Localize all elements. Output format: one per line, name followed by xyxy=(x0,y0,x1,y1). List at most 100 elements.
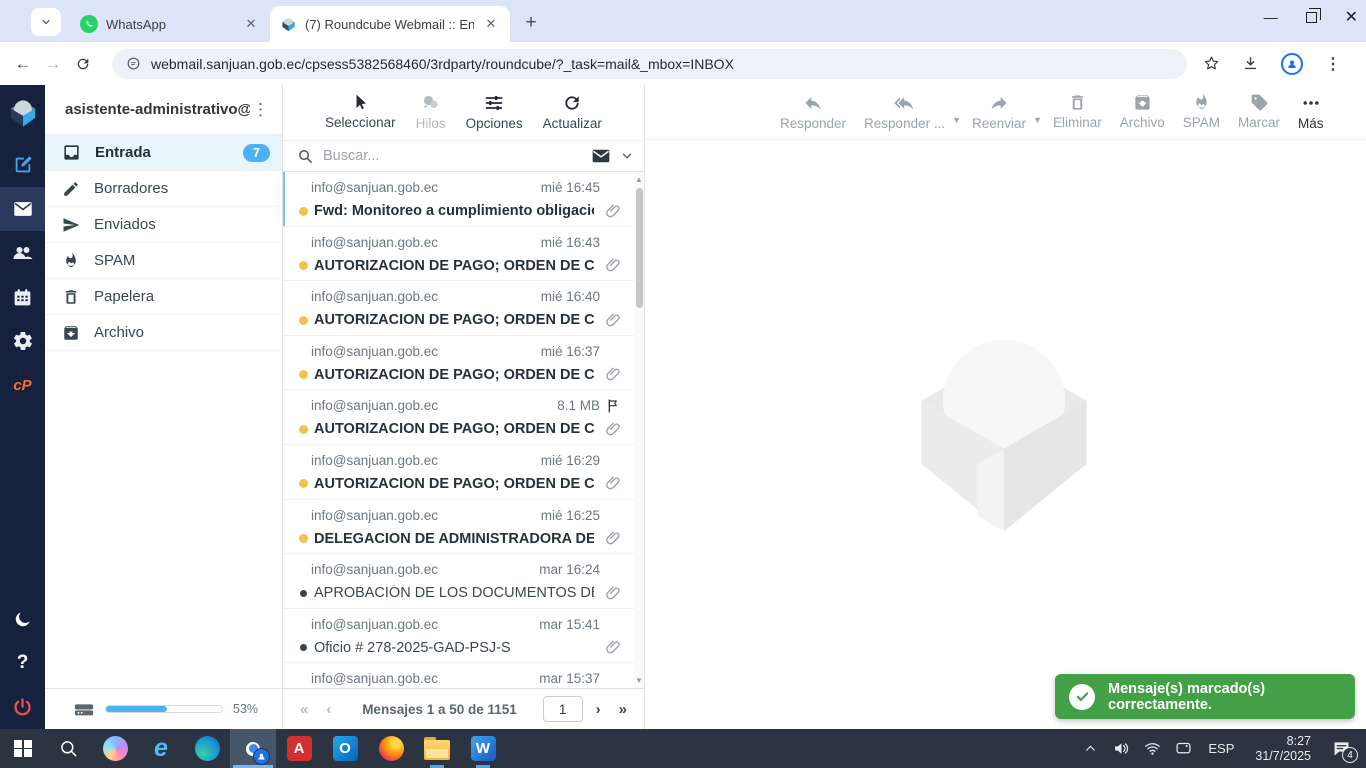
message-status-dot[interactable] xyxy=(299,479,308,488)
delete-button[interactable]: Eliminar xyxy=(1046,93,1109,130)
message-status-dot[interactable] xyxy=(299,316,308,325)
last-page-button[interactable]: » xyxy=(614,701,632,718)
search-options-chevron-icon[interactable] xyxy=(620,149,634,163)
folder-sent[interactable]: Enviados xyxy=(45,207,282,243)
message-row[interactable]: info@sanjuan.gob.ec mié 16:43 AUTORIZACI… xyxy=(283,227,634,282)
next-page-button[interactable]: › xyxy=(591,701,606,718)
folder-drafts[interactable]: Borradores xyxy=(45,171,282,207)
mark-button[interactable]: Marcar xyxy=(1231,93,1287,130)
message-row[interactable]: info@sanjuan.gob.ec mié 16:37 AUTORIZACI… xyxy=(283,336,634,391)
forward-button[interactable]: Reenviar xyxy=(965,93,1033,131)
folder-spam[interactable]: SPAM xyxy=(45,243,282,279)
tray-expand-icon[interactable] xyxy=(1078,742,1102,755)
outlook-button[interactable]: O xyxy=(322,729,368,768)
taskbar-search-button[interactable] xyxy=(46,729,92,768)
message-status-dot[interactable] xyxy=(300,590,307,597)
message-status-dot[interactable] xyxy=(299,425,308,434)
message-row[interactable]: info@sanjuan.gob.ec mié 16:29 AUTORIZACI… xyxy=(283,445,634,500)
restore-button[interactable] xyxy=(1306,12,1317,23)
logout-button[interactable] xyxy=(0,685,45,729)
roundcube-logo[interactable] xyxy=(0,91,45,135)
refresh-button[interactable]: Actualizar xyxy=(537,93,608,131)
mail-nav-button[interactable] xyxy=(0,187,45,231)
browser-menu-icon[interactable]: ⋮ xyxy=(1325,54,1341,74)
message-row[interactable]: info@sanjuan.gob.ec mar 16:24 APROBACIÓN… xyxy=(283,554,634,609)
message-row[interactable]: info@sanjuan.gob.ec mar 15:41 Oficio # 2… xyxy=(283,609,634,664)
bookmark-star-icon[interactable] xyxy=(1203,55,1220,72)
back-button[interactable]: ← xyxy=(8,54,38,74)
first-page-button[interactable]: « xyxy=(295,701,313,718)
message-status-dot[interactable] xyxy=(300,644,307,651)
chrome-button-active[interactable] xyxy=(230,729,276,768)
message-row[interactable]: info@sanjuan.gob.ec mié 16:40 AUTORIZACI… xyxy=(283,281,634,336)
threads-button[interactable]: Hilos xyxy=(410,93,452,131)
message-row[interactable]: info@sanjuan.gob.ec 8.1 MB AUTORIZACION … xyxy=(283,390,634,445)
start-button[interactable] xyxy=(0,729,46,768)
settings-nav-button[interactable] xyxy=(0,319,45,363)
address-bar[interactable]: webmail.sanjuan.gob.ec/cpsess5382568460/… xyxy=(112,49,1187,79)
prev-page-button[interactable]: ‹ xyxy=(321,701,336,718)
folder-inbox[interactable]: Entrada 7 xyxy=(45,135,282,171)
tab-roundcube-active[interactable]: (7) Roundcube Webmail :: Entra ✕ xyxy=(270,6,510,42)
cpanel-logo[interactable]: cP xyxy=(0,363,45,407)
new-tab-button[interactable]: + xyxy=(518,10,544,36)
notification-center-button[interactable]: 4 xyxy=(1326,740,1356,757)
reply-all-menu-caret[interactable]: ▼ xyxy=(952,115,961,139)
scrollbar-thumb[interactable] xyxy=(636,188,643,308)
tab-close-icon[interactable]: ✕ xyxy=(482,15,500,33)
calendar-nav-button[interactable] xyxy=(0,275,45,319)
message-status-dot[interactable] xyxy=(299,261,308,270)
search-input[interactable] xyxy=(323,148,582,164)
scroll-down-icon[interactable]: ▼ xyxy=(634,676,644,685)
message-row[interactable]: info@sanjuan.gob.ec mar 15:37 xyxy=(283,663,634,688)
message-row[interactable]: info@sanjuan.gob.ec mié 16:25 DELEGACION… xyxy=(283,500,634,555)
edge-button[interactable] xyxy=(184,729,230,768)
message-flag-slot[interactable] xyxy=(600,398,622,414)
message-status-dot[interactable] xyxy=(299,370,308,379)
reply-button[interactable]: Responder xyxy=(773,93,853,131)
folder-trash[interactable]: Papelera xyxy=(45,279,282,315)
minimize-button[interactable]: — xyxy=(1264,9,1278,25)
toast-notification[interactable]: Mensaje(s) marcado(s) correctamente. xyxy=(1055,674,1355,719)
compose-button[interactable] xyxy=(0,143,45,187)
tab-close-icon[interactable]: ✕ xyxy=(242,15,260,33)
reply-all-button[interactable]: Responder ... xyxy=(857,93,952,131)
firefox-button[interactable] xyxy=(368,729,414,768)
wifi-icon[interactable] xyxy=(1140,740,1164,757)
page-number-input[interactable] xyxy=(543,696,583,722)
tab-search-button[interactable] xyxy=(31,8,61,36)
word-button[interactable]: W xyxy=(460,729,506,768)
select-button[interactable]: Seleccionar xyxy=(319,93,402,130)
options-button[interactable]: Opciones xyxy=(460,93,529,131)
search-scope-mail-icon[interactable] xyxy=(591,146,611,166)
taskbar-clock[interactable]: 8:27 31/7/2025 xyxy=(1247,734,1319,764)
reload-button[interactable] xyxy=(68,56,98,72)
profile-avatar[interactable] xyxy=(1281,53,1303,75)
tab-whatsapp[interactable]: WhatsApp ✕ xyxy=(70,6,270,42)
language-indicator[interactable]: ESP xyxy=(1202,741,1240,756)
folder-archive[interactable]: Archivo xyxy=(45,315,282,351)
forward-menu-caret[interactable]: ▼ xyxy=(1033,115,1042,139)
more-button[interactable]: Más xyxy=(1291,93,1331,131)
spam-button[interactable]: SPAM xyxy=(1176,93,1227,130)
forward-button[interactable]: → xyxy=(38,54,68,74)
file-explorer-button[interactable] xyxy=(414,729,460,768)
site-info-icon[interactable] xyxy=(126,56,141,71)
download-icon[interactable] xyxy=(1242,55,1259,72)
message-row[interactable]: info@sanjuan.gob.ec mié 16:45 Fwd: Monit… xyxy=(283,172,634,227)
message-status-dot[interactable] xyxy=(299,534,308,543)
acrobat-button[interactable]: A xyxy=(276,729,322,768)
contacts-nav-button[interactable] xyxy=(0,231,45,275)
dark-mode-button[interactable] xyxy=(0,597,45,641)
volume-icon[interactable] xyxy=(1109,740,1133,757)
help-button[interactable]: ? xyxy=(0,641,45,685)
scroll-up-icon[interactable]: ▲ xyxy=(634,175,644,184)
message-status-dot[interactable] xyxy=(299,207,308,216)
copilot-button[interactable] xyxy=(92,729,138,768)
close-button[interactable]: ✕ xyxy=(1345,7,1358,27)
tray-cast-icon[interactable] xyxy=(1171,740,1195,757)
account-menu-icon[interactable]: ⋮ xyxy=(250,100,272,120)
list-scrollbar[interactable]: ▲ ▼ xyxy=(634,172,644,688)
archive-button[interactable]: Archivo xyxy=(1113,93,1172,130)
internet-explorer-button[interactable]: e xyxy=(138,729,184,768)
